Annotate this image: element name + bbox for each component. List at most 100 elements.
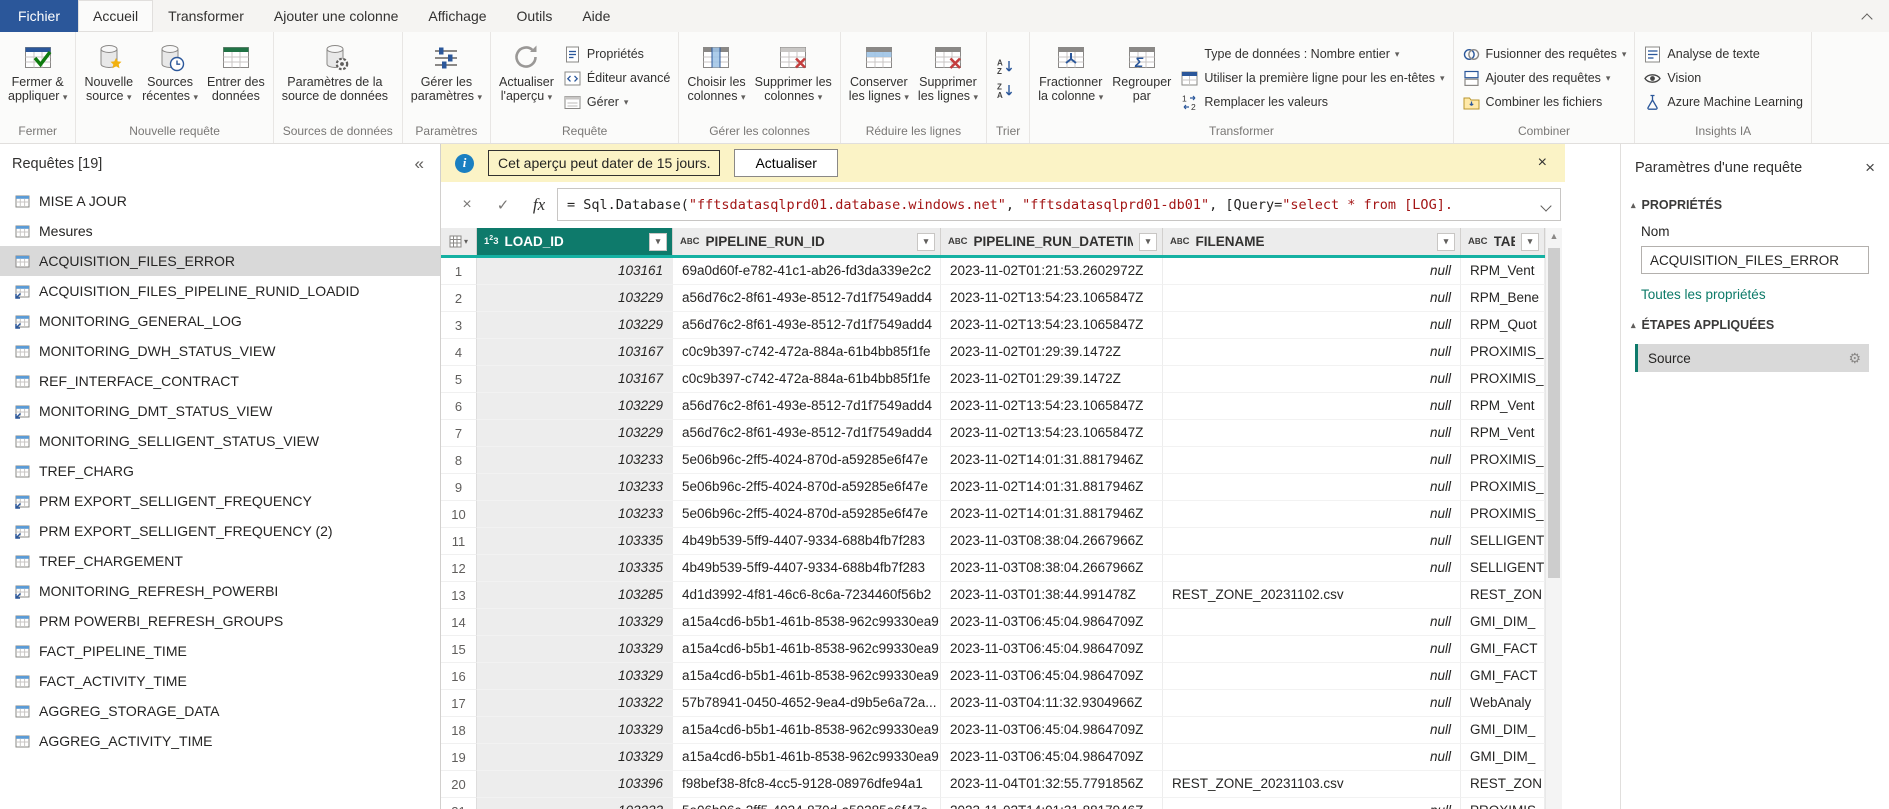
cell[interactable]: null [1163,717,1461,744]
cell[interactable]: 103229 [477,285,673,312]
cell[interactable]: 2023-11-02T13:54:23.1065847Z [941,285,1163,312]
cell[interactable]: 2023-11-02T14:01:31.8817946Z [941,474,1163,501]
cell[interactable]: PROXIMIS_ [1461,447,1545,474]
cell[interactable]: 103329 [477,609,673,636]
cell[interactable]: null [1163,663,1461,690]
cell[interactable]: 103396 [477,771,673,798]
query-item-monitoring-selligent-status-view[interactable]: MONITORING_SELLIGENT_STATUS_VIEW [0,426,440,456]
all-properties-link[interactable]: Toutes les propriétés [1641,287,1766,302]
cell[interactable]: 2023-11-03T06:45:04.9864709Z [941,636,1163,663]
ribbon-button-actualiser-l-aper-u[interactable]: Actualiser l'aperçu ▾ [495,36,558,106]
cell[interactable]: WebAnaly [1461,690,1545,717]
query-item-acquisition-files-pipeline-runid-loadid[interactable]: ACQUISITION_FILES_PIPELINE_RUNID_LOADID [0,276,440,306]
cell[interactable]: REST_ZONE_20231103.csv [1163,771,1461,798]
cell[interactable]: 5e06b96c-2ff5-4024-870d-a59285e6f47e [673,798,941,809]
ribbon-button-g-rer-les-param-tres[interactable]: Gérer les paramètres ▾ [407,36,486,106]
cell[interactable]: null [1163,258,1461,285]
row-number[interactable]: 1 [441,258,477,285]
cell[interactable]: a15a4cd6-b5b1-461b-8538-962c99330ea9 [673,717,941,744]
cell[interactable]: GMI_DIM_ [1461,609,1545,636]
row-number[interactable]: 15 [441,636,477,663]
row-number[interactable]: 6 [441,393,477,420]
ribbon-button-supprimer-les-colonnes[interactable]: Supprimer les colonnes ▾ [751,36,836,106]
ribbon-button-sort-asc[interactable]: AZ [995,57,1014,76]
cell[interactable]: GMI_FACT [1461,636,1545,663]
collapse-queries-pane-icon[interactable]: « [415,154,424,174]
column-header-pipeline-run-datetime[interactable]: ABC PIPELINE_RUN_DATETIME ▾ [941,228,1163,255]
query-item-prm-export-selligent-frequency[interactable]: PRM EXPORT_SELLIGENT_FREQUENCY [0,486,440,516]
cell[interactable]: null [1163,312,1461,339]
cell[interactable]: 103285 [477,582,673,609]
row-number[interactable]: 8 [441,447,477,474]
applied-step-source[interactable]: Source ⚙ [1635,344,1869,372]
cell[interactable]: 103229 [477,312,673,339]
query-item-mesures[interactable]: Mesures [0,216,440,246]
cell[interactable]: 2023-11-02T01:21:53.2602972Z [941,258,1163,285]
cell[interactable]: null [1163,501,1461,528]
query-item-ref-interface-contract[interactable]: REF_INTERFACE_CONTRACT [0,366,440,396]
ribbon-button-fractionner-la-colonne[interactable]: Fractionner la colonne ▾ [1034,36,1107,106]
ribbon-button-choisir-les-colonnes[interactable]: Choisir les colonnes ▾ [683,36,749,106]
cell[interactable]: RPM_Bene [1461,285,1545,312]
query-item-mise-a-jour[interactable]: MISE A JOUR [0,186,440,216]
ribbon-button-ajouter-des-requ-tes[interactable]: Ajouter des requêtes ▾ [1462,69,1627,88]
cell[interactable]: null [1163,420,1461,447]
row-number[interactable]: 16 [441,663,477,690]
cell[interactable]: 2023-11-04T01:32:55.7791856Z [941,771,1163,798]
cell[interactable]: 103167 [477,366,673,393]
row-number[interactable]: 7 [441,420,477,447]
cell[interactable]: PROXIMIS_ [1461,366,1545,393]
ribbon-button-utiliser-la-premi-re-ligne-pour-les-en-t-tes[interactable]: Utiliser la première ligne pour les en-t… [1180,69,1445,88]
cell[interactable]: RPM_Vent [1461,420,1545,447]
ribbon-button-vision[interactable]: Vision [1643,69,1803,88]
row-number[interactable]: 17 [441,690,477,717]
refresh-preview-button[interactable]: Actualiser [734,149,838,177]
cell[interactable]: a15a4cd6-b5b1-461b-8538-962c99330ea9 [673,663,941,690]
cell[interactable]: a56d76c2-8f61-493e-8512-7d1f7549add4 [673,312,941,339]
cell[interactable]: null [1163,285,1461,312]
ribbon-button-fermer-appliquer[interactable]: Fermer & appliquer ▾ [4,36,71,106]
row-number[interactable]: 2 [441,285,477,312]
cell[interactable]: SELLIGENT [1461,528,1545,555]
ribbon-button-conserver-les-lignes[interactable]: Conserver les lignes ▾ [845,36,913,106]
cell[interactable]: REST_ZON [1461,771,1545,798]
file-menu-button[interactable]: Fichier [0,0,79,32]
cell[interactable]: 2023-11-03T06:45:04.9864709Z [941,609,1163,636]
cell[interactable]: GMI_DIM_ [1461,744,1545,771]
row-number[interactable]: 20 [441,771,477,798]
cell[interactable]: null [1163,339,1461,366]
cell[interactable]: 103233 [477,474,673,501]
column-header-table-fr[interactable]: ABC TABLE_FR ▾ [1461,228,1545,255]
cell[interactable]: REST_ZON [1461,582,1545,609]
cell[interactable]: 103335 [477,555,673,582]
cell[interactable]: 103329 [477,663,673,690]
cell[interactable]: 2023-11-03T04:11:32.9304966Z [941,690,1163,717]
cell[interactable]: 2023-11-02T01:29:39.1472Z [941,339,1163,366]
cell[interactable]: 5e06b96c-2ff5-4024-870d-a59285e6f47e [673,474,941,501]
close-settings-icon[interactable]: × [1865,158,1875,178]
cell[interactable]: RPM_Vent [1461,393,1545,420]
cell[interactable]: null [1163,798,1461,809]
query-item-fact-pipeline-time[interactable]: FACT_PIPELINE_TIME [0,636,440,666]
ribbon-button-nouvelle-source[interactable]: Nouvelle source ▾ [80,36,137,106]
cell[interactable]: a15a4cd6-b5b1-461b-8538-962c99330ea9 [673,609,941,636]
row-number[interactable]: 21 [441,798,477,809]
cell[interactable]: 103229 [477,420,673,447]
ribbon-button-fusionner-des-requ-tes[interactable]: Fusionner des requêtes ▾ [1462,45,1626,64]
cell[interactable]: 2023-11-02T13:54:23.1065847Z [941,393,1163,420]
scroll-up-icon[interactable]: ▲ [1546,231,1562,241]
cell[interactable]: 2023-11-02T01:29:39.1472Z [941,366,1163,393]
ribbon-button-remplacer-les-valeurs[interactable]: 1 2 Remplacer les valeurs [1180,93,1444,112]
cell[interactable]: f98bef38-8fc8-4cc5-9128-08976dfe94a1 [673,771,941,798]
cell[interactable]: 4b49b539-5ff9-4407-9334-688b4fb7f283 [673,528,941,555]
cell[interactable]: 2023-11-02T14:01:31.8817946Z [941,501,1163,528]
cell[interactable]: 103329 [477,636,673,663]
cell[interactable]: PROXIMIS [1461,798,1545,809]
cell[interactable]: 103167 [477,339,673,366]
cell[interactable]: 103329 [477,744,673,771]
cell[interactable]: 2023-11-03T08:38:04.2667966Z [941,555,1163,582]
ribbon-button-g-rer[interactable]: Gérer ▾ [563,93,670,112]
cell[interactable]: 2023-11-02T14:01:31.8817946Z [941,447,1163,474]
ribbon-button-sort-desc[interactable]: ZA [995,81,1014,100]
cell[interactable]: 103229 [477,393,673,420]
